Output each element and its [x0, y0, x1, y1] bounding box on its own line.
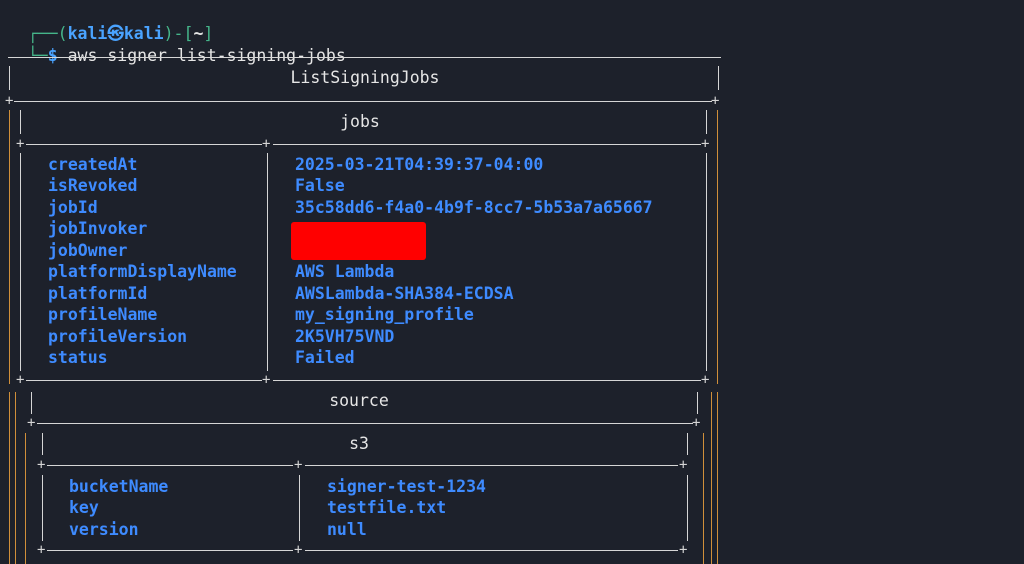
row-value-jobId: 35c58dd6-f4a0-4b9f-8cc7-5b53a7a65667 — [295, 198, 653, 217]
row-key-profileName: profileName — [48, 305, 158, 324]
border-corner: + — [16, 372, 25, 388]
border-corner: + — [294, 542, 303, 558]
row-value-isRevoked: False — [295, 176, 345, 195]
border-corner: + — [16, 136, 25, 152]
table-top-border — [8, 57, 721, 58]
border-corner: + — [37, 542, 46, 558]
border-corner: + — [679, 542, 688, 558]
source-outer-right-2 — [717, 392, 718, 564]
row-value-profileName: my_signing_profile — [295, 305, 474, 324]
row-key-key: key — [69, 498, 99, 517]
row-key-platformDisplayName: platformDisplayName — [48, 262, 237, 281]
jobs-column-divider — [267, 153, 268, 371]
row-key-profileVersion: profileVersion — [48, 327, 188, 346]
jobs-outer-right — [717, 110, 718, 384]
source-outer-left-1 — [9, 392, 10, 564]
redaction-box — [291, 222, 426, 260]
border-corner: + — [679, 457, 688, 473]
prompt-line-2: └─$ aws signer list-signing-jobs — [8, 24, 346, 66]
jobs-rows-right — [706, 153, 707, 371]
source-outer-right-1 — [711, 392, 712, 564]
row-key-createdAt: createdAt — [48, 155, 138, 174]
row-value-platformId: AWSLambda-SHA384-ECDSA — [295, 284, 514, 303]
border-corner: + — [27, 415, 36, 431]
source-header: source — [329, 391, 389, 410]
s3-rows-left — [42, 475, 43, 541]
row-value-status: Failed — [295, 348, 355, 367]
row-value-createdAt: 2025-03-21T04:39:37-04:00 — [295, 155, 544, 174]
border-corner: + — [262, 136, 271, 152]
border-corner: + — [711, 93, 720, 109]
s3-header: s3 — [349, 434, 369, 453]
s3-rows-right — [687, 475, 688, 541]
border-corner: + — [262, 372, 271, 388]
jobs-rows-left — [20, 153, 21, 371]
border-corner: + — [701, 136, 710, 152]
border-corner: + — [692, 415, 701, 431]
jobs-outer-left — [9, 110, 10, 384]
s3-bottom-left — [47, 550, 293, 551]
border-corner: + — [37, 457, 46, 473]
jobs-header-separator-right — [273, 144, 701, 145]
row-key-jobInvoker: jobInvoker — [48, 219, 148, 238]
row-key-jobId: jobId — [48, 198, 98, 217]
row-key-platformId: platformId — [48, 284, 148, 303]
border-corner: + — [5, 93, 14, 109]
row-value-key: testfile.txt — [327, 498, 447, 517]
row-value-version: null — [327, 520, 367, 539]
prompt-corner-bottom: └─ — [27, 46, 48, 65]
source-outer-left-2 — [15, 392, 16, 564]
jobs-header: jobs — [340, 112, 380, 131]
row-value-platformDisplayName: AWS Lambda — [295, 262, 395, 281]
table-title: ListSigningJobs — [290, 68, 440, 87]
s3-header-separator-left — [47, 465, 293, 466]
jobs-header-separator-left — [26, 144, 262, 145]
row-key-status: status — [48, 348, 108, 367]
row-key-version: version — [69, 520, 139, 539]
border-corner: + — [294, 457, 303, 473]
row-key-jobOwner: jobOwner — [48, 241, 128, 260]
s3-header-separator-right — [305, 465, 678, 466]
prompt-dollar: $ — [47, 46, 58, 65]
border-corner: + — [701, 372, 710, 388]
row-key-isRevoked: isRevoked — [48, 176, 138, 195]
row-key-bucketName: bucketName — [69, 477, 169, 496]
title-separator — [14, 101, 712, 102]
row-value-bucketName: signer-test-1234 — [327, 477, 486, 496]
row-value-profileVersion: 2K5VH75VND — [295, 327, 395, 346]
source-separator — [37, 423, 693, 424]
s3-bottom-right — [305, 550, 678, 551]
jobs-bottom-right — [273, 380, 701, 381]
command-text[interactable]: aws signer list-signing-jobs — [68, 46, 346, 65]
jobs-bottom-left — [26, 380, 262, 381]
s3-column-divider — [299, 475, 300, 541]
